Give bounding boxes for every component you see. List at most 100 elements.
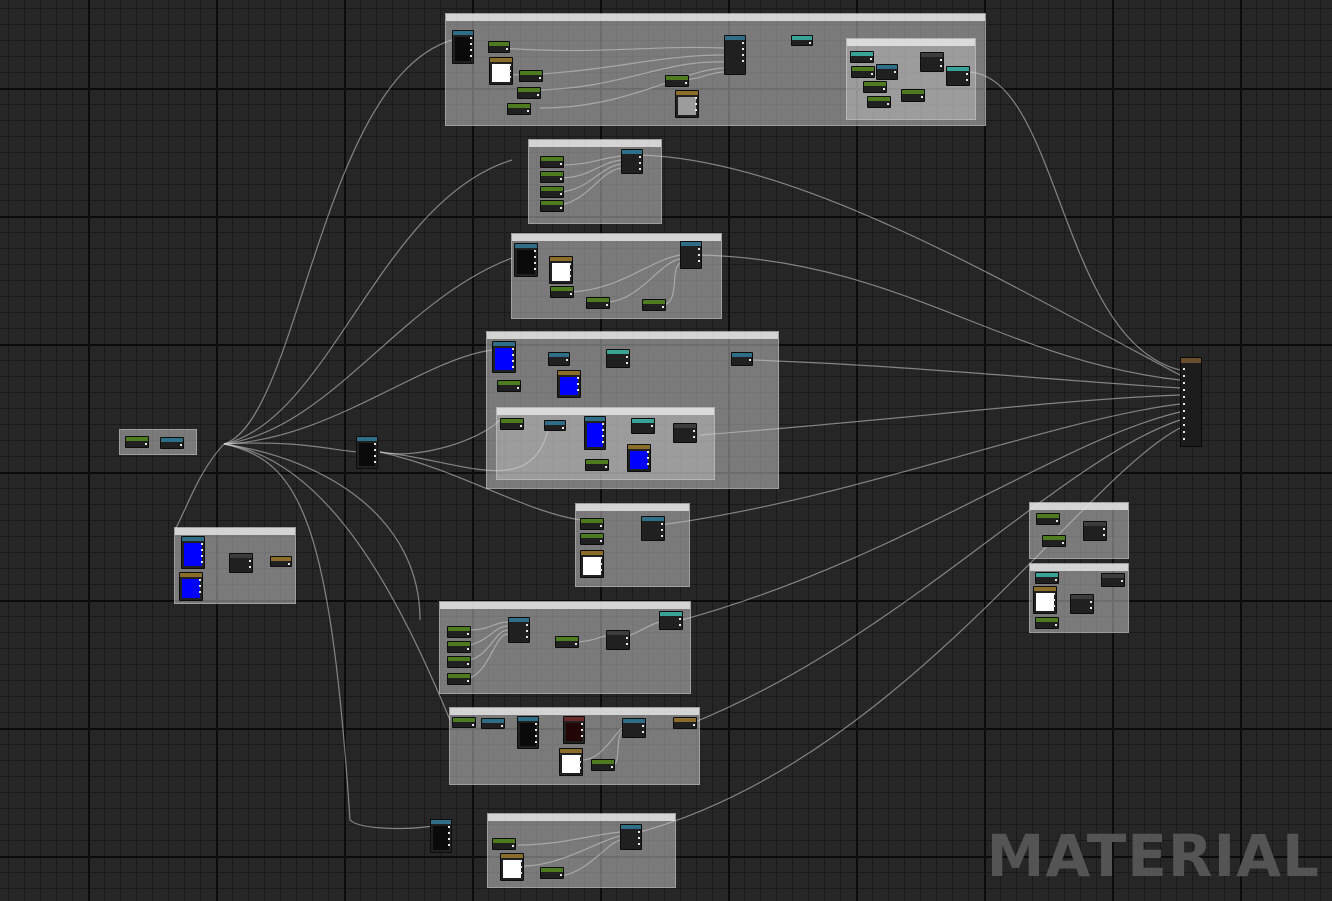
node-output-pin[interactable] (520, 425, 522, 427)
node-output-pin[interactable] (566, 359, 568, 361)
node-output-pin[interactable] (626, 637, 628, 639)
node-output-pin[interactable] (448, 826, 450, 828)
node-output-pin[interactable] (534, 262, 536, 264)
node-output-pin[interactable] (894, 71, 896, 73)
node-output-pin[interactable] (639, 162, 641, 164)
node-output-pin[interactable] (581, 729, 583, 731)
node-output-pin[interactable] (535, 729, 537, 731)
node-output-pin[interactable] (288, 563, 290, 565)
node-output-pin[interactable] (569, 263, 571, 265)
node-output-pin[interactable] (742, 42, 744, 44)
node-output-pin[interactable] (887, 103, 889, 105)
node-output-pin[interactable] (602, 441, 604, 443)
texture-sample-node[interactable] (627, 444, 651, 472)
node-output-pin[interactable] (642, 731, 644, 733)
node-output-pin[interactable] (201, 549, 203, 551)
result-input-pin[interactable] (1183, 417, 1185, 419)
node-output-pin[interactable] (470, 49, 472, 51)
parameter-node[interactable] (481, 718, 505, 729)
material-graph-canvas[interactable]: MATERIAL (0, 0, 1332, 901)
node-output-pin[interactable] (577, 383, 579, 385)
node-output-pin[interactable] (661, 535, 663, 537)
output-node[interactable] (270, 556, 292, 567)
math-node[interactable] (920, 52, 944, 72)
constant-node[interactable] (540, 200, 564, 212)
node-output-pin[interactable] (509, 64, 511, 66)
node-output-pin[interactable] (577, 389, 579, 391)
node-output-pin[interactable] (693, 436, 695, 438)
node-output-pin[interactable] (560, 207, 562, 209)
node-output-pin[interactable] (685, 82, 687, 84)
texture-parameter-node[interactable] (430, 819, 452, 853)
result-input-pin[interactable] (1183, 424, 1185, 426)
material-function-node[interactable] (621, 149, 643, 174)
node-output-pin[interactable] (662, 306, 664, 308)
node-output-pin[interactable] (871, 73, 873, 75)
texture-sample-node[interactable] (580, 550, 604, 578)
node-output-pin[interactable] (605, 466, 607, 468)
node-output-pin[interactable] (698, 248, 700, 250)
material-function-node[interactable] (508, 617, 530, 643)
constant-node[interactable] (517, 87, 541, 99)
constant-node[interactable] (500, 418, 524, 430)
node-output-pin[interactable] (600, 563, 602, 565)
node-output-pin[interactable] (472, 724, 474, 726)
material-function-node[interactable] (622, 718, 646, 738)
texture-sample-node[interactable] (500, 853, 524, 881)
constant-node[interactable] (519, 70, 543, 82)
texture-parameter-node[interactable] (181, 536, 205, 569)
texture-parameter-node[interactable] (452, 30, 474, 64)
node-output-pin[interactable] (742, 48, 744, 50)
node-output-pin[interactable] (448, 838, 450, 840)
node-output-pin[interactable] (145, 443, 147, 445)
node-output-pin[interactable] (647, 463, 649, 465)
node-output-pin[interactable] (581, 723, 583, 725)
texture-parameter-node[interactable] (514, 243, 538, 277)
node-output-pin[interactable] (560, 178, 562, 180)
node-output-pin[interactable] (512, 845, 514, 847)
node-output-pin[interactable] (1121, 580, 1123, 582)
node-output-pin[interactable] (639, 156, 641, 158)
node-output-pin[interactable] (201, 561, 203, 563)
node-output-pin[interactable] (374, 449, 376, 451)
node-output-pin[interactable] (661, 529, 663, 531)
constant-node[interactable] (1042, 535, 1066, 547)
node-output-pin[interactable] (883, 88, 885, 90)
node-output-pin[interactable] (698, 254, 700, 256)
comment-right-top[interactable] (1029, 502, 1129, 559)
node-output-pin[interactable] (470, 43, 472, 45)
node-output-pin[interactable] (562, 427, 564, 429)
node-output-pin[interactable] (570, 293, 572, 295)
node-output-pin[interactable] (679, 624, 681, 626)
node-output-pin[interactable] (611, 766, 613, 768)
node-output-pin[interactable] (199, 579, 201, 581)
function-node[interactable] (946, 66, 970, 86)
node-output-pin[interactable] (602, 429, 604, 431)
node-output-pin[interactable] (467, 633, 469, 635)
texture-sample-node[interactable] (559, 748, 583, 776)
node-output-pin[interactable] (539, 77, 541, 79)
node-output-pin[interactable] (560, 193, 562, 195)
node-output-pin[interactable] (512, 366, 514, 368)
constant-node[interactable] (901, 89, 925, 102)
node-output-pin[interactable] (1053, 605, 1055, 607)
node-output-pin[interactable] (809, 42, 811, 44)
constant-node[interactable] (665, 75, 689, 87)
constant-node[interactable] (540, 186, 564, 198)
node-output-pin[interactable] (679, 618, 681, 620)
result-input-pin[interactable] (1183, 403, 1185, 405)
node-output-pin[interactable] (600, 557, 602, 559)
node-output-pin[interactable] (600, 525, 602, 527)
node-output-pin[interactable] (579, 761, 581, 763)
node-output-pin[interactable] (467, 648, 469, 650)
material-result-node[interactable] (1180, 357, 1202, 447)
material-function-node[interactable] (620, 824, 642, 850)
constant-node[interactable] (591, 759, 615, 771)
constant-node[interactable] (447, 656, 471, 668)
node-output-pin[interactable] (520, 860, 522, 862)
node-output-pin[interactable] (569, 275, 571, 277)
constant-node[interactable] (586, 297, 610, 309)
node-output-pin[interactable] (695, 97, 697, 99)
node-output-pin[interactable] (509, 70, 511, 72)
texture-parameter-node[interactable] (517, 716, 539, 749)
